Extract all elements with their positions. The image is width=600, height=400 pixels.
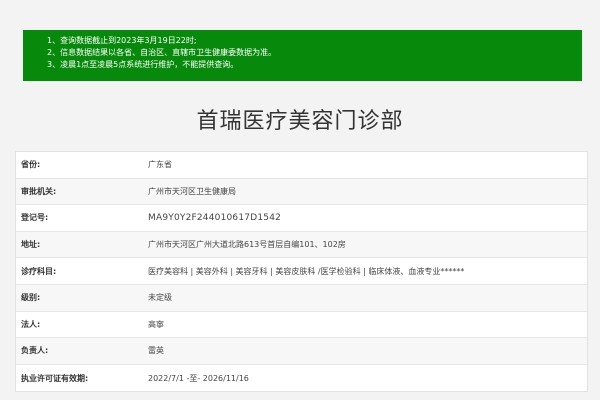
row-value: 2022/7/1 -至- 2026/11/16 [148, 373, 249, 383]
row-value: 广州市天河区广州大道北路613号首层自编101、102房 [148, 240, 346, 250]
table-row: 地址: 广州市天河区广州大道北路613号首层自编101、102房 [16, 231, 587, 259]
row-label: 负责人: [21, 346, 49, 356]
table-row: 执业许可证有效期: 2022/7/1 -至- 2026/11/16 [16, 365, 587, 392]
row-value: 广州市天河区卫生健康局 [148, 186, 236, 196]
notice-banner: 1、查询数据截止到2023年3月19日22时; 2、信息数据结果以各省、自治区、… [23, 30, 582, 81]
row-value: 未定级 [148, 293, 172, 303]
row-value: 医疗美容科 | 美容外科 | 美容牙科 | 美容皮肤科 /医学检验科 | 临床体… [148, 266, 465, 276]
page-title: 首瑞医疗美容门诊部 [196, 109, 404, 134]
row-label: 级别: [21, 293, 41, 303]
row-label: 审批机关: [21, 186, 57, 196]
row-value: 雷英 [148, 346, 164, 356]
row-label: 诊疗科目: [21, 266, 57, 276]
table-row: 负责人: 雷英 [16, 338, 587, 365]
notice-line: 1、查询数据截止到2023年3月19日22时; [47, 36, 197, 45]
table-row: 省份: 广东省 [16, 152, 587, 179]
row-label: 省份: [21, 160, 41, 170]
row-label: 地址: [21, 240, 41, 250]
notice-line: 2、信息数据结果以各省、自治区、直辖市卫生健康委数据为准。 [47, 48, 277, 57]
row-label: 登记号: [21, 213, 49, 223]
table-row: 审批机关: 广州市天河区卫生健康局 [16, 178, 587, 206]
row-value: 高寧 [148, 319, 164, 329]
table-row: 登记号: MA9Y0Y2F244010617D1542 [16, 205, 587, 232]
table-row: 法人: 高寧 [16, 312, 587, 339]
notice-line: 3、凌晨1点至凌晨5点系统进行维护，不能提供查询。 [47, 60, 239, 69]
row-label: 执业许可证有效期: [21, 373, 89, 383]
row-label: 法人: [21, 319, 41, 329]
table-row: 诊疗科目: 医疗美容科 | 美容外科 | 美容牙科 | 美容皮肤科 /医学检验科… [16, 258, 587, 285]
row-value: 广东省 [148, 160, 172, 170]
info-table: 省份: 广东省 审批机关: 广州市天河区卫生健康局 登记号: MA9Y0Y2F2… [15, 151, 588, 393]
table-row: 级别: 未定级 [16, 284, 587, 312]
row-value: MA9Y0Y2F244010617D1542 [148, 212, 282, 223]
